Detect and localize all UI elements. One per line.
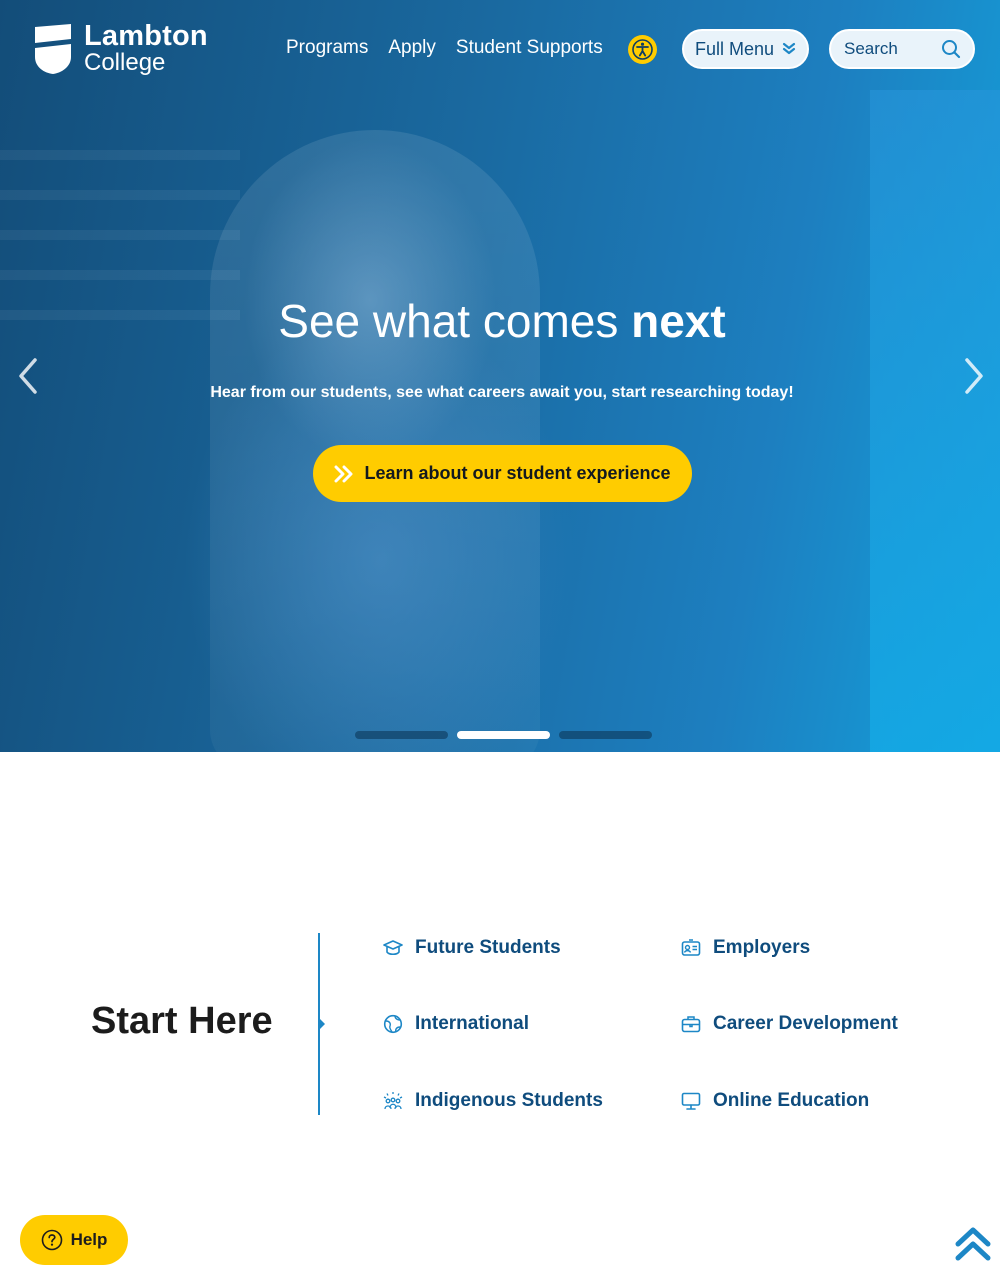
accessibility-icon bbox=[632, 39, 653, 60]
link-indigenous-students[interactable]: Indigenous Students bbox=[383, 1090, 603, 1112]
link-career-development[interactable]: Career Development bbox=[681, 1013, 898, 1035]
accessibility-button[interactable] bbox=[628, 35, 657, 64]
college-logo[interactable]: Lambton College bbox=[34, 22, 208, 75]
link-label: Indigenous Students bbox=[415, 1090, 603, 1111]
logo-name: Lambton bbox=[84, 20, 208, 52]
logo-subname: College bbox=[84, 49, 166, 76]
link-label: International bbox=[415, 1013, 530, 1034]
divider-notch bbox=[319, 1018, 325, 1030]
link-online-education[interactable]: Online Education bbox=[681, 1090, 869, 1112]
hero-title: See what comes next bbox=[0, 294, 1000, 348]
hero-title-bold: next bbox=[631, 295, 726, 347]
carousel-dot-2[interactable] bbox=[457, 731, 550, 739]
search-input[interactable]: Search bbox=[844, 39, 898, 59]
carousel-dot-1[interactable] bbox=[355, 731, 448, 739]
help-button[interactable]: Help bbox=[20, 1215, 128, 1265]
people-icon bbox=[383, 1092, 403, 1110]
link-employers[interactable]: Employers bbox=[681, 937, 810, 959]
cta-label: Learn about our student experience bbox=[364, 463, 671, 483]
nav-programs[interactable]: Programs bbox=[286, 37, 368, 59]
id-card-icon bbox=[681, 939, 701, 956]
nav-student-supports[interactable]: Student Supports bbox=[456, 37, 603, 59]
shield-logo-icon bbox=[35, 23, 71, 74]
link-label: Online Education bbox=[713, 1090, 870, 1111]
hero-subtitle: Hear from our students, see what careers… bbox=[210, 384, 794, 401]
link-label: Employers bbox=[713, 937, 811, 958]
learn-student-experience-button[interactable]: Learn about our student experience bbox=[313, 445, 692, 502]
start-here-title: Start Here bbox=[91, 1000, 273, 1042]
monitor-icon bbox=[681, 1092, 701, 1110]
hero-background-detail bbox=[870, 90, 1000, 752]
link-future-students[interactable]: Future Students bbox=[383, 937, 561, 959]
link-label: Future Students bbox=[415, 937, 561, 958]
graduation-cap-icon bbox=[383, 940, 403, 956]
question-circle-icon bbox=[41, 1229, 62, 1251]
hero-photo-subject bbox=[210, 130, 540, 752]
back-to-top-icon[interactable] bbox=[955, 1226, 991, 1262]
search-box[interactable]: Search bbox=[829, 29, 975, 69]
nav-apply[interactable]: Apply bbox=[388, 37, 436, 59]
hero-carousel: Lambton College Programs Apply Student S… bbox=[0, 0, 1000, 752]
double-chevron-down-icon bbox=[782, 42, 796, 55]
globe-icon bbox=[383, 1014, 403, 1034]
carousel-prev-arrow-icon[interactable] bbox=[16, 356, 40, 396]
main-nav: Programs Apply Student Supports bbox=[286, 37, 603, 59]
link-international[interactable]: International bbox=[383, 1013, 529, 1035]
hero-title-regular: See what comes bbox=[278, 295, 632, 347]
search-icon[interactable] bbox=[941, 39, 961, 59]
carousel-indicators bbox=[355, 731, 652, 739]
double-chevron-right-icon bbox=[334, 465, 353, 482]
link-label: Career Development bbox=[713, 1013, 898, 1034]
full-menu-label: Full Menu bbox=[694, 38, 775, 59]
briefcase-icon bbox=[681, 1016, 701, 1033]
carousel-dot-3[interactable] bbox=[559, 731, 652, 739]
full-menu-button[interactable]: Full Menu bbox=[682, 29, 809, 69]
carousel-next-arrow-icon[interactable] bbox=[962, 356, 986, 396]
help-label: Help bbox=[70, 1230, 108, 1249]
